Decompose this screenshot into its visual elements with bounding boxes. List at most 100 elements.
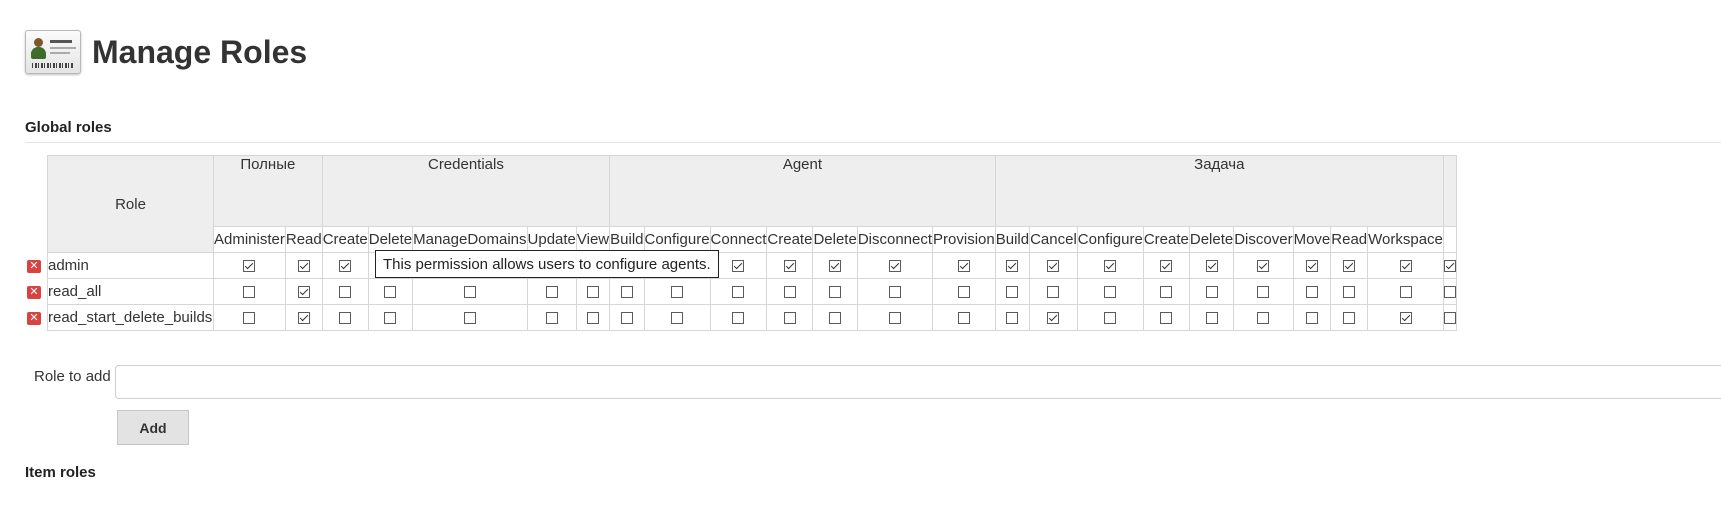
permission-checkbox[interactable]	[888, 286, 901, 299]
permission-cell	[1188, 278, 1235, 305]
permission-checkbox[interactable]	[732, 312, 745, 325]
permission-checkbox[interactable]	[587, 312, 600, 325]
permission-checkbox[interactable]	[1343, 312, 1356, 325]
add-role-button[interactable]: Add	[117, 410, 189, 445]
permission-checkbox[interactable]	[339, 260, 352, 273]
permission-checkbox[interactable]	[783, 286, 796, 299]
permission-header: Update	[526, 226, 577, 253]
permission-cell	[1076, 278, 1144, 305]
permission-checkbox[interactable]	[545, 286, 558, 299]
permission-checkbox[interactable]	[1006, 312, 1019, 325]
permission-cell	[213, 304, 286, 331]
permission-cell	[1367, 304, 1444, 331]
permission-cell	[412, 304, 528, 331]
permission-checkbox[interactable]	[1160, 286, 1173, 299]
permission-cell	[1029, 278, 1078, 305]
permission-header: Cancel	[1029, 226, 1078, 253]
permission-cell	[284, 252, 323, 279]
permission-group-header: Credentials	[321, 155, 611, 227]
delete-icon[interactable]: ✕	[27, 285, 41, 299]
permission-checkbox[interactable]	[1257, 312, 1270, 325]
permission-checkbox[interactable]	[1047, 286, 1060, 299]
permission-header: Read	[1330, 226, 1369, 253]
permission-checkbox[interactable]	[1257, 260, 1270, 273]
permission-cell	[213, 278, 286, 305]
permission-cell	[213, 252, 286, 279]
permission-checkbox[interactable]	[671, 312, 684, 325]
permission-checkbox[interactable]	[888, 260, 901, 273]
permission-checkbox[interactable]	[783, 260, 796, 273]
permission-checkbox[interactable]	[384, 312, 397, 325]
permission-checkbox[interactable]	[1160, 260, 1173, 273]
permission-cell	[1367, 252, 1444, 279]
permission-checkbox[interactable]	[1205, 260, 1218, 273]
permission-checkbox[interactable]	[888, 312, 901, 325]
permission-checkbox[interactable]	[1205, 286, 1218, 299]
permission-cell	[766, 304, 814, 331]
permission-checkbox[interactable]	[339, 286, 352, 299]
permission-checkbox[interactable]	[1205, 312, 1218, 325]
permission-cell	[284, 278, 323, 305]
permission-checkbox[interactable]	[339, 312, 352, 325]
permission-checkbox[interactable]	[1006, 286, 1019, 299]
delete-icon[interactable]: ✕	[27, 259, 41, 273]
permission-checkbox[interactable]	[783, 312, 796, 325]
permission-checkbox[interactable]	[1305, 312, 1318, 325]
permission-checkbox[interactable]	[1047, 312, 1060, 325]
permission-checkbox[interactable]	[829, 312, 842, 325]
permission-tooltip: This permission allows users to configur…	[375, 250, 719, 278]
permission-cell	[1076, 304, 1144, 331]
permission-checkbox[interactable]	[1443, 260, 1456, 273]
permission-cell	[1233, 252, 1294, 279]
permission-checkbox[interactable]	[620, 286, 633, 299]
permission-cell	[321, 252, 369, 279]
permission-header: Create	[321, 226, 369, 253]
permission-checkbox[interactable]	[1257, 286, 1270, 299]
permission-checkbox[interactable]	[243, 286, 256, 299]
permission-checkbox[interactable]	[1399, 260, 1412, 273]
permission-checkbox[interactable]	[1305, 286, 1318, 299]
permission-checkbox[interactable]	[1006, 260, 1019, 273]
permission-checkbox[interactable]	[829, 260, 842, 273]
permission-checkbox[interactable]	[957, 286, 970, 299]
permission-checkbox[interactable]	[1399, 286, 1412, 299]
permission-checkbox[interactable]	[1104, 312, 1117, 325]
permission-checkbox[interactable]	[732, 260, 745, 273]
permission-checkbox[interactable]	[463, 312, 476, 325]
permission-checkbox[interactable]	[1443, 286, 1456, 299]
permission-header: Delete	[367, 226, 414, 253]
permission-checkbox[interactable]	[297, 286, 310, 299]
permission-checkbox[interactable]	[297, 260, 310, 273]
delete-icon[interactable]: ✕	[27, 311, 41, 325]
permission-checkbox[interactable]	[1399, 312, 1412, 325]
permission-cell	[1367, 278, 1444, 305]
permission-checkbox[interactable]	[384, 286, 397, 299]
permission-cell	[575, 278, 611, 305]
permission-checkbox[interactable]	[732, 286, 745, 299]
permission-checkbox[interactable]	[587, 286, 600, 299]
permission-checkbox[interactable]	[829, 286, 842, 299]
permission-checkbox[interactable]	[1047, 260, 1060, 273]
permission-checkbox[interactable]	[1343, 260, 1356, 273]
permission-checkbox[interactable]	[545, 312, 558, 325]
permission-checkbox[interactable]	[671, 286, 684, 299]
permission-checkbox[interactable]	[957, 312, 970, 325]
permission-checkbox[interactable]	[1443, 312, 1456, 325]
permission-checkbox[interactable]	[957, 260, 970, 273]
permission-checkbox[interactable]	[1343, 286, 1356, 299]
permission-checkbox[interactable]	[243, 312, 256, 325]
permission-checkbox[interactable]	[243, 260, 256, 273]
permission-checkbox[interactable]	[463, 286, 476, 299]
permission-checkbox[interactable]	[1104, 260, 1117, 273]
permission-checkbox[interactable]	[1160, 312, 1173, 325]
permission-checkbox[interactable]	[1305, 260, 1318, 273]
permission-header: Delete	[1188, 226, 1235, 253]
permission-checkbox[interactable]	[1104, 286, 1117, 299]
delete-column-header	[27, 155, 48, 253]
permission-cell	[367, 304, 414, 331]
permission-checkbox[interactable]	[297, 312, 310, 325]
role-column-header: Role	[47, 155, 214, 253]
permission-header: ManageDomains	[412, 226, 528, 253]
role-to-add-input[interactable]	[115, 365, 1721, 399]
permission-checkbox[interactable]	[620, 312, 633, 325]
